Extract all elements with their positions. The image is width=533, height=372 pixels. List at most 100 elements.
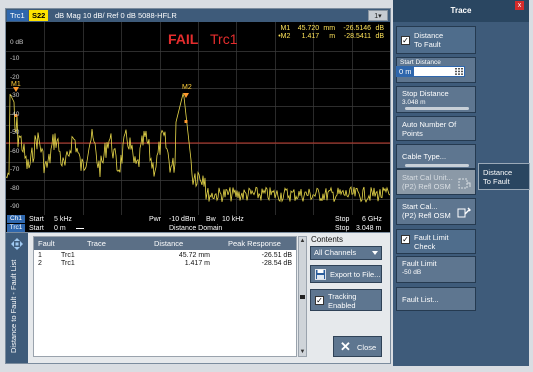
marker-tag-m1[interactable]: M1: [11, 81, 21, 88]
close-dialog-button[interactable]: ✕ Close: [333, 336, 382, 357]
close-icon: ✕: [340, 339, 351, 354]
softkey-stop-distance[interactable]: Stop Distance 3.048 m: [396, 86, 476, 113]
softkey-start-cal-unit[interactable]: Start Cal Unit... (P2) Refl OSM: [396, 169, 476, 195]
bandwidth-value[interactable]: 10 kHz: [222, 215, 244, 224]
tracking-label-line1: Tracking: [328, 292, 357, 301]
plot-grid: [6, 22, 390, 215]
softkey-distance-to-fault[interactable]: ✓ Distance To Fault: [396, 26, 476, 54]
close-label: Close: [357, 343, 377, 352]
marker-readout-m2[interactable]: •M2 1.417 m -28.5411 dB: [278, 33, 384, 40]
softkey-auto-number-of-points[interactable]: Auto Number Of Points: [396, 116, 476, 141]
softkey-fault-list[interactable]: Fault List...: [396, 287, 476, 311]
dialog-title: Distance to Fault - Fault List: [9, 259, 18, 353]
wrench-icon: [457, 207, 471, 218]
marker-distance: 1.417: [301, 33, 320, 40]
fault-list-dialog: Distance to Fault - Fault List Fault Tra…: [5, 232, 391, 364]
fault-trace: Trc1: [61, 260, 75, 267]
softkey-label: (P2) Refl OSM: [402, 182, 451, 191]
column-header[interactable]: Peak Response: [228, 239, 281, 248]
dtf-plot[interactable]: 0 dB -10 -20 -30 -40 -50 -60 -70 -80 -90…: [6, 22, 390, 215]
softkey-cable-type[interactable]: Cable Type...: [396, 144, 476, 169]
scroll-thumb[interactable]: [300, 295, 305, 299]
scroll-up-icon[interactable]: ▲: [299, 237, 306, 245]
marker-name: •M2: [278, 33, 291, 40]
marker-name: M1: [280, 25, 291, 32]
softkey-label: Fault Limit: [402, 259, 437, 268]
softkey-label: (P2) Refl OSM: [402, 211, 451, 220]
y-tick-label: -50: [10, 129, 20, 136]
power-value[interactable]: -10 dBm: [169, 215, 195, 224]
contents-dropdown[interactable]: All Channels: [310, 246, 382, 260]
limit-fail-indicator: FAIL: [168, 31, 199, 47]
trace-window: Trc1 S22 dB Mag 10 dB/ Ref 0 dB 5088-HFL…: [5, 8, 391, 233]
stop-label: Stop: [335, 216, 350, 223]
marker-value: -26.5146: [343, 25, 372, 32]
y-tick-label: -20: [10, 74, 20, 81]
move-handle-icon[interactable]: [11, 238, 23, 250]
softkey-divider: [405, 164, 469, 167]
marker-tag-m2[interactable]: M2: [182, 84, 192, 91]
trace-tag-small[interactable]: Trc1: [7, 224, 25, 232]
softkey-value: 3.048 m: [402, 99, 426, 106]
tracking-label: Tracking Enabled: [328, 292, 356, 310]
softkey-start-cal[interactable]: Start Cal... (P2) Refl OSM: [396, 198, 476, 225]
column-header[interactable]: Distance: [154, 239, 183, 248]
diagram-expand-button[interactable]: 1▾: [368, 10, 388, 21]
y-tick-label: -40: [10, 111, 20, 118]
export-to-file-button[interactable]: Export to File...: [310, 265, 382, 283]
fault-table[interactable]: Fault Trace Distance Peak Response 1 Trc…: [33, 236, 297, 357]
channel-row: Ch1 Start 5 kHz Pwr -10 dBm Bw 10 kHz St…: [6, 215, 390, 224]
trace-format-text[interactable]: dB Mag 10 dB/ Ref 0 dB 5088-HFLR: [52, 10, 180, 21]
softkey-label: Auto Number Of: [402, 120, 457, 129]
y-tick-label: -30: [10, 92, 20, 99]
start-frequency[interactable]: 5 kHz: [54, 215, 72, 224]
softkey-fault-limit-check[interactable]: ✓ Fault Limit Check: [396, 229, 476, 254]
y-tick-label: -80: [10, 185, 20, 192]
softkey-label: Cable Type...: [402, 152, 447, 161]
softkey-label: Fault Limit: [414, 233, 449, 242]
keypad-icon[interactable]: [455, 68, 463, 75]
column-header[interactable]: Trace: [87, 239, 106, 248]
checkbox-checked-icon[interactable]: ✓: [315, 296, 324, 305]
fault-peak-response: -28.54 dB: [261, 260, 292, 267]
bandwidth-label: Bw: [206, 216, 216, 223]
softkey-label: Points: [402, 129, 423, 138]
fault-peak-response: -26.51 dB: [261, 252, 292, 259]
softkey-label: To Fault: [414, 40, 441, 49]
distance-to-fault-menu-tab[interactable]: Distance To Fault: [478, 163, 530, 190]
s-parameter-tag[interactable]: S22: [29, 10, 49, 21]
scroll-down-icon[interactable]: ▼: [299, 348, 306, 356]
trace-header: Trc1 S22 dB Mag 10 dB/ Ref 0 dB 5088-HFL…: [6, 9, 390, 22]
softkey-label: Check: [414, 242, 436, 251]
y-tick-label: -60: [10, 148, 20, 155]
softkey-fault-limit[interactable]: Fault Limit -50 dB: [396, 256, 476, 283]
tracking-enabled-toggle[interactable]: ✓ Tracking Enabled: [310, 289, 382, 311]
dialog-side-tab[interactable]: Distance to Fault - Fault List: [6, 233, 28, 363]
channel-tag[interactable]: Ch1: [7, 215, 25, 223]
fault-distance: 45.72 mm: [178, 252, 210, 259]
trace-tag[interactable]: Trc1: [7, 10, 28, 21]
marker-readout-m1[interactable]: M1 45.720 mm -26.5146 dB: [278, 25, 384, 32]
softkey-value: -50 dB: [402, 269, 422, 276]
contents-label: Contents: [311, 235, 344, 244]
export-label: Export to File...: [330, 270, 381, 279]
column-header[interactable]: Fault: [38, 239, 55, 248]
table-row[interactable]: 2 Trc1 1.417 m -28.54 dB: [34, 260, 296, 268]
marker-distance-unit: mm: [323, 25, 336, 32]
softkey-divider: [405, 107, 469, 110]
stop-frequency[interactable]: 6 GHz: [362, 215, 382, 224]
softkey-panel-title: Trace: [393, 0, 529, 22]
y-tick-label: -90: [10, 203, 20, 210]
softkey-label: Start Cal Unit...: [402, 173, 453, 182]
checkbox-checked-icon: ✓: [401, 36, 410, 45]
y-tick-label: -70: [10, 166, 20, 173]
table-row[interactable]: 1 Trc1 45.72 mm -26.51 dB: [34, 252, 296, 260]
table-header: Fault Trace Distance Peak Response: [34, 237, 296, 250]
plot-canvas: [6, 22, 390, 215]
marker-value-unit: dB: [375, 33, 384, 40]
table-scrollbar[interactable]: ▲ ▼: [298, 236, 307, 357]
start-distance-value: 0 m: [397, 67, 414, 76]
panel-close-icon[interactable]: x: [515, 1, 524, 10]
start-distance-input[interactable]: 0 m: [396, 66, 465, 77]
fault-number: 1: [38, 252, 42, 259]
